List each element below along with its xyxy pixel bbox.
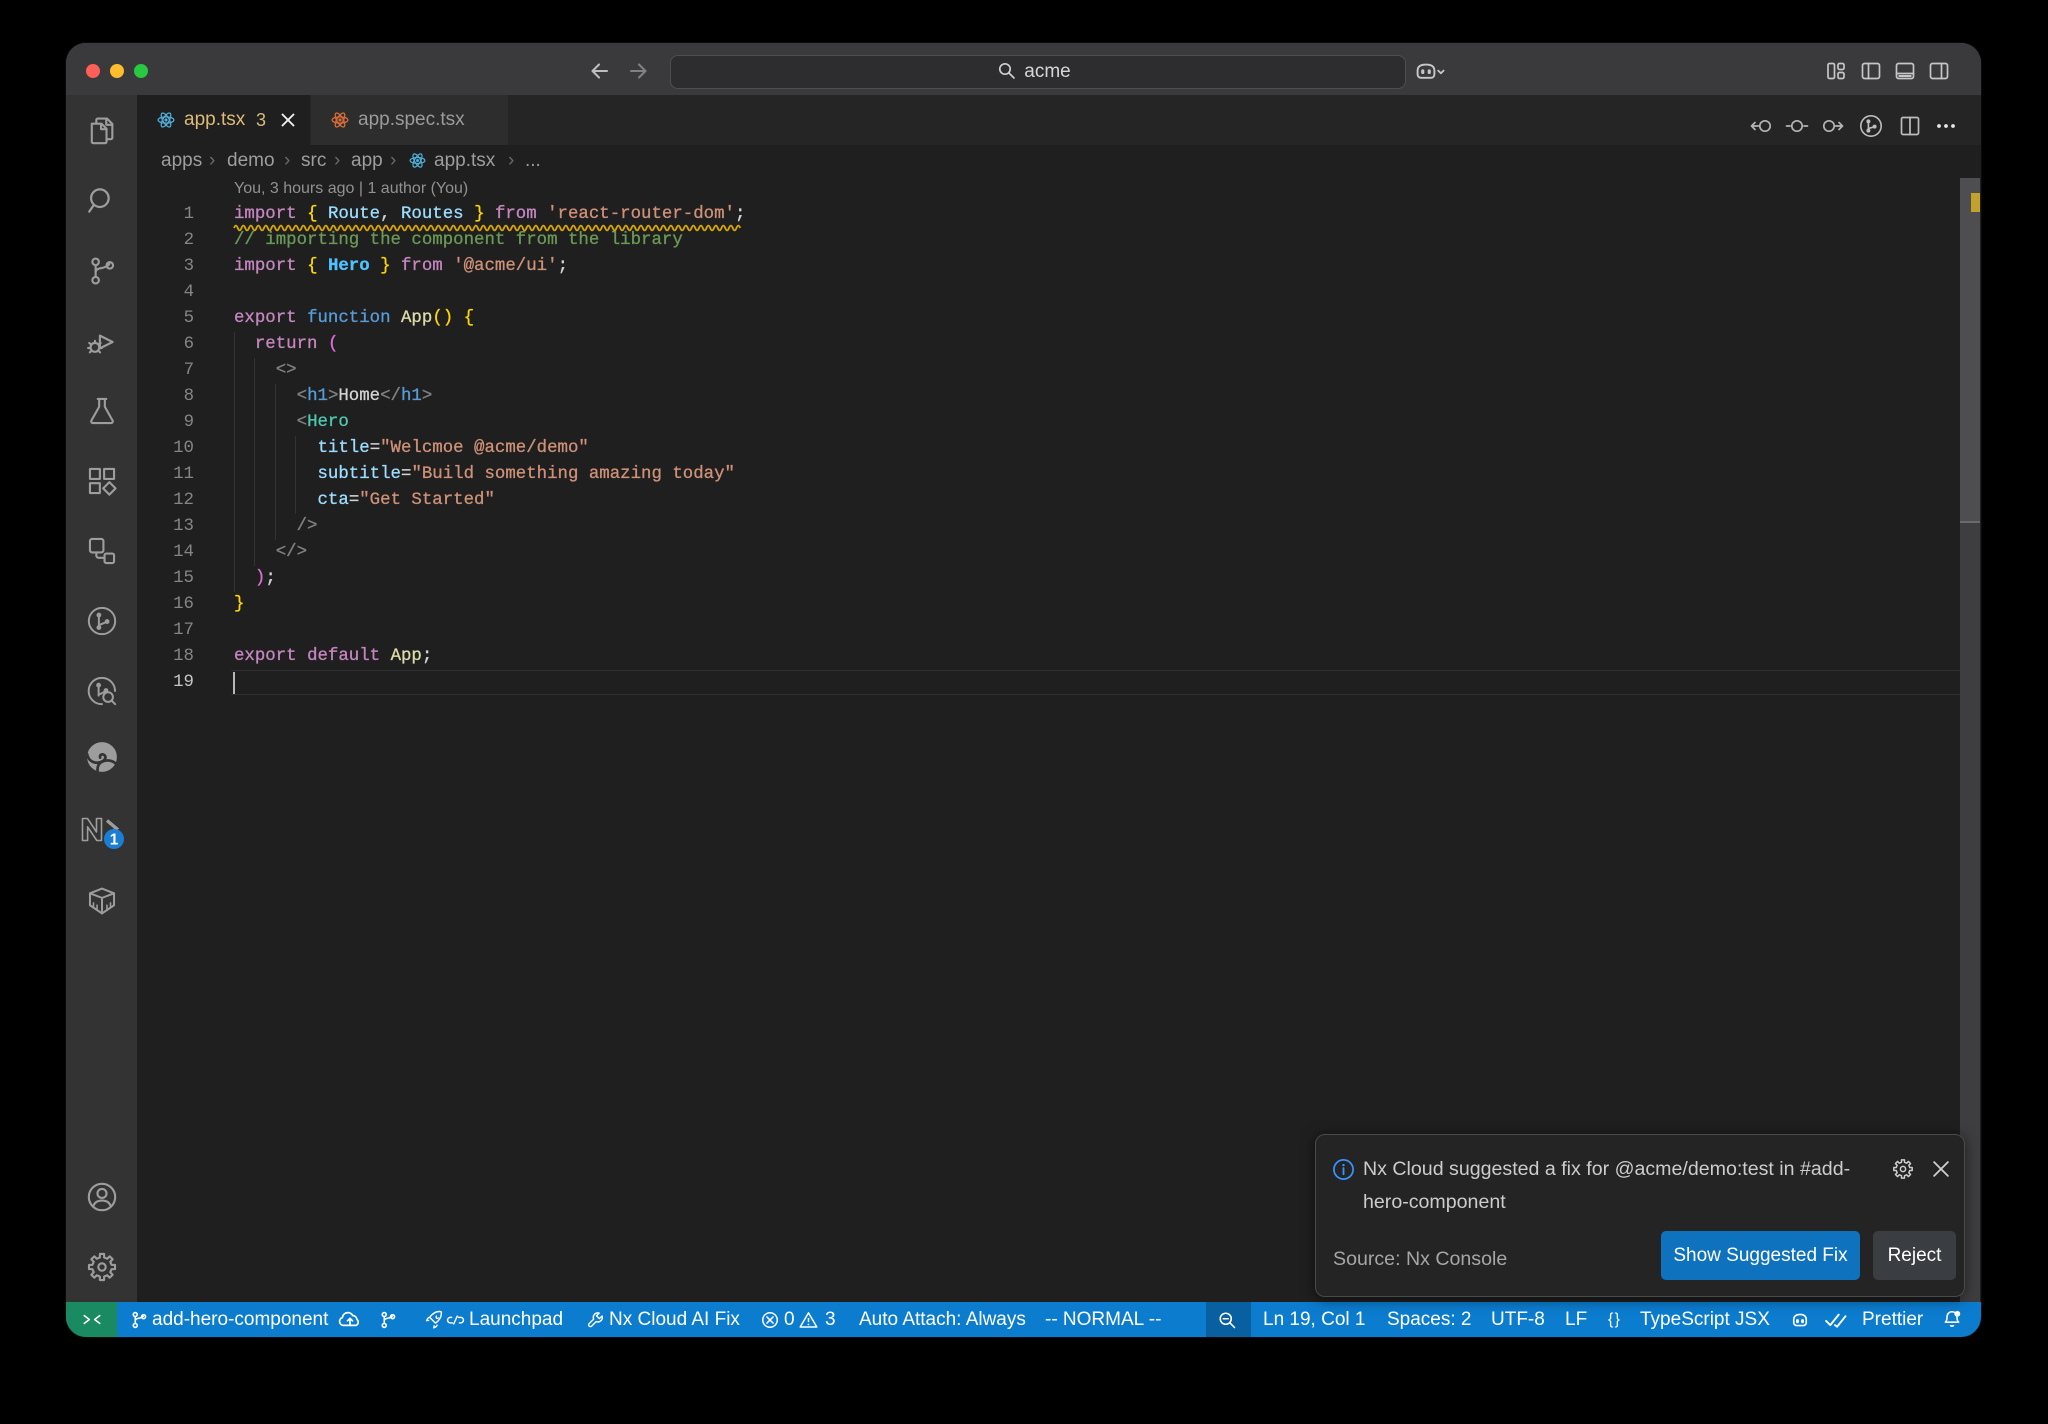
svg-text:1: 1 xyxy=(110,831,119,848)
